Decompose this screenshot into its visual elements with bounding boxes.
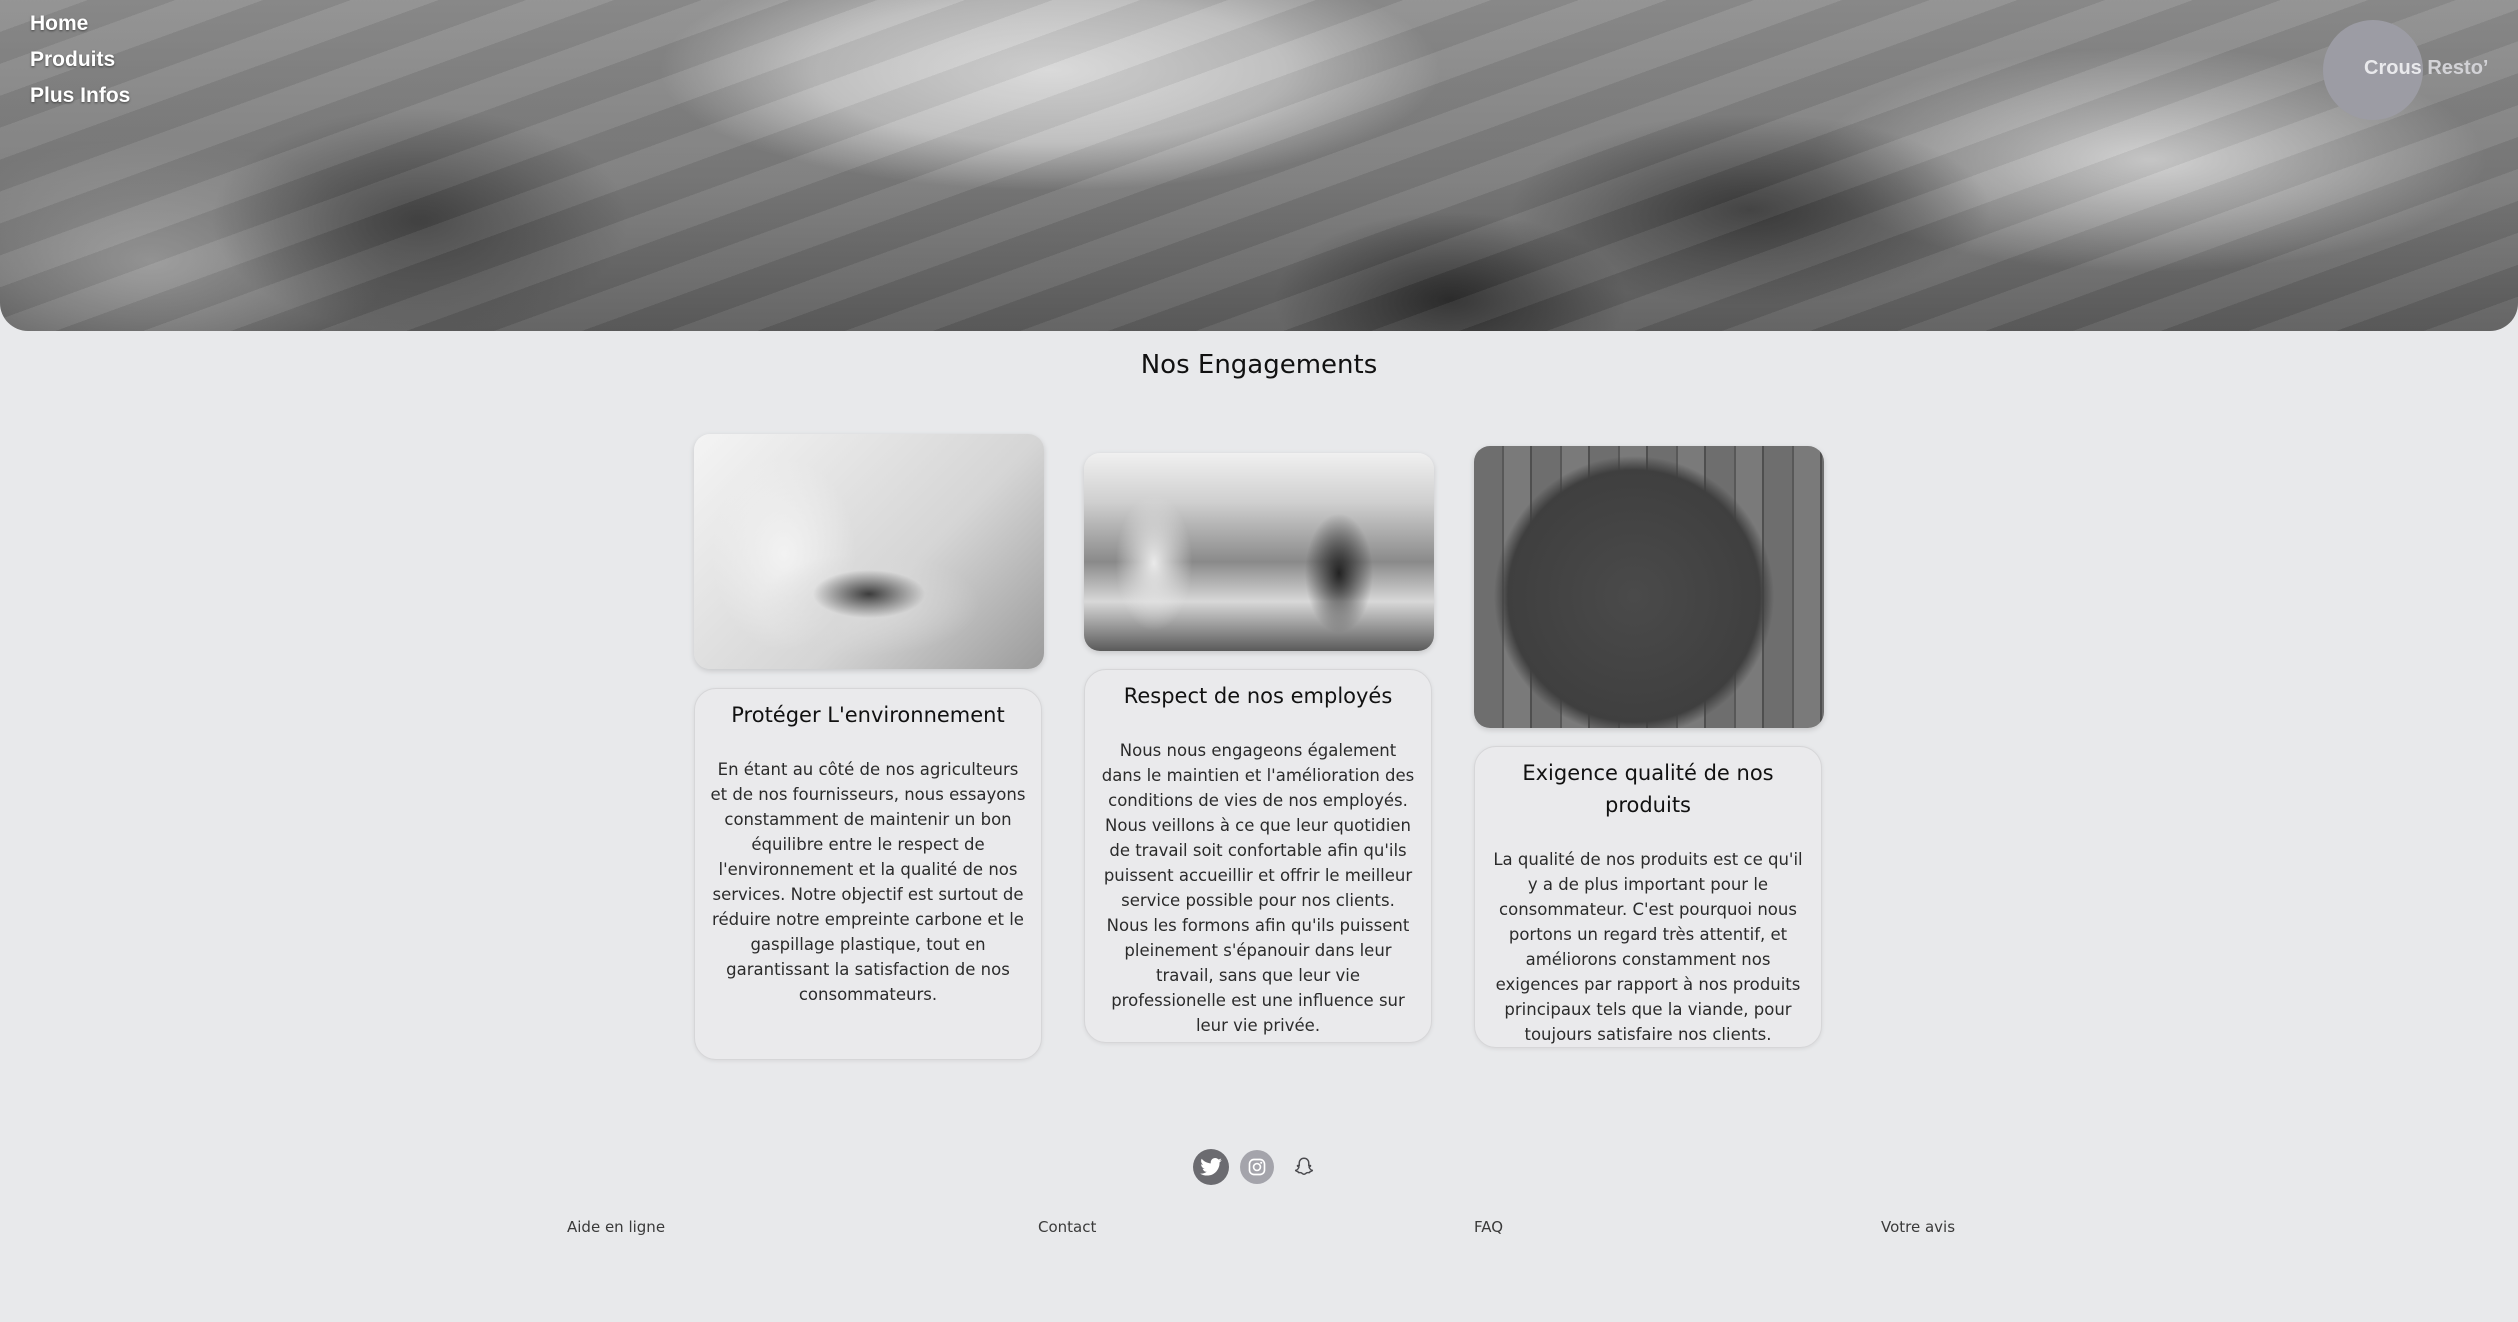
nav-link-produits[interactable]: Produits — [30, 42, 130, 78]
footer-link-avis[interactable]: Votre avis — [1881, 1218, 1955, 1236]
card-title: Exigence qualité de nos produits — [1522, 761, 1774, 817]
seedling-photo — [694, 434, 1044, 669]
footer-link-faq[interactable]: FAQ — [1474, 1218, 1503, 1236]
engagement-card: Respect de nos employés Nous nous engage… — [1084, 669, 1432, 1043]
nav-link-plus-infos[interactable]: Plus Infos — [30, 78, 130, 114]
cafeteria-photo — [1084, 453, 1434, 651]
nav-link-home[interactable]: Home — [30, 6, 130, 42]
cutting-board-photo — [1474, 446, 1824, 728]
engagement-card: Exigence qualité de nos produits La qual… — [1474, 746, 1822, 1048]
card-title: Respect de nos employés — [1123, 684, 1393, 708]
card-text: En étant au côté de nos agriculteurs et … — [710, 760, 1026, 1004]
engagement-card: Protéger L'environnement En étant au côt… — [694, 688, 1042, 1060]
card-text: Nous nous engageons également dans le ma… — [1101, 741, 1415, 1035]
logo-text-faded: Resto’ — [2427, 57, 2489, 79]
twitter-icon[interactable] — [1193, 1149, 1229, 1185]
card-title: Protéger L'environnement — [731, 703, 1005, 727]
main-nav: Home Produits Plus Infos — [30, 6, 130, 114]
instagram-icon[interactable] — [1240, 1150, 1274, 1184]
logo[interactable]: Crous Resto’ — [2364, 57, 2488, 80]
footer-link-contact[interactable]: Contact — [1038, 1218, 1096, 1236]
hero-banner — [0, 0, 2518, 331]
section-title: Nos Engagements — [1140, 350, 1378, 380]
logo-text-main: Crous — [2364, 57, 2422, 79]
footer-link-aide[interactable]: Aide en ligne — [567, 1218, 665, 1236]
card-text: La qualité de nos produits est ce qu'il … — [1493, 850, 1803, 1044]
snapchat-icon[interactable] — [1286, 1149, 1322, 1185]
